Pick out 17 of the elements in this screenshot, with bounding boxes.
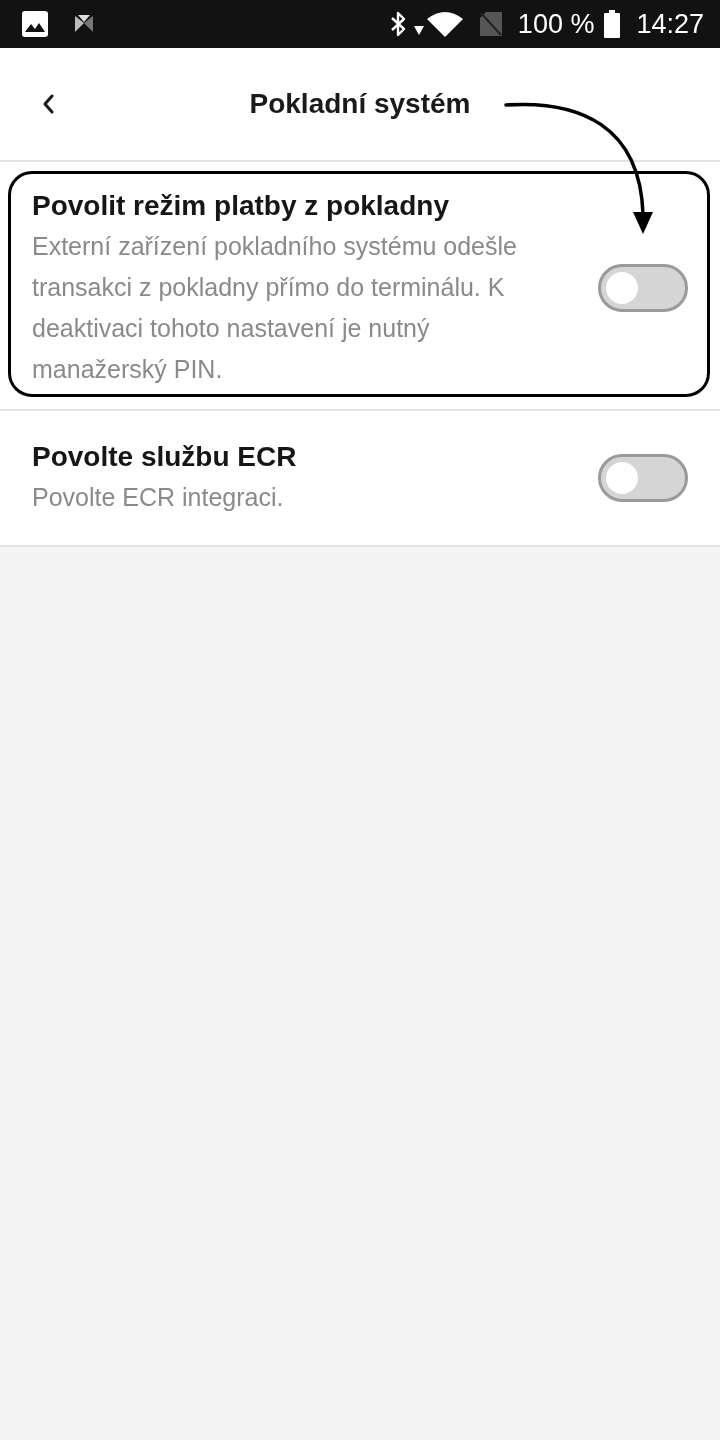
bluetooth-icon: [389, 11, 406, 37]
setting-title: Povolit režim platby z pokladny: [32, 189, 450, 223]
clock-time: 14:27: [636, 8, 704, 40]
download-arrow-icon: [413, 25, 424, 35]
setting-description: Externí zařízení pokladního systému odešle transakci z pokladny přímo do terminálu. K deaktivaci tohoto nastavení je nutný manažerský PIN.: [32, 231, 518, 385]
no-sim-icon: [479, 12, 502, 36]
toggle-switch[interactable]: [598, 453, 688, 502]
battery-percentage: 100 %: [517, 8, 595, 40]
screen-title: Pokladní systém: [249, 88, 471, 120]
toggle-switch[interactable]: [598, 264, 688, 312]
battery-icon: [604, 10, 621, 38]
back-chevron-icon: [42, 94, 54, 114]
image-icon: [22, 11, 48, 37]
wifi-icon: [426, 11, 463, 37]
setting-title: Povolte službu ECR: [32, 440, 298, 474]
setting-description: Povolte ECR integraci.: [32, 482, 285, 513]
bowtie-icon: [74, 14, 94, 34]
